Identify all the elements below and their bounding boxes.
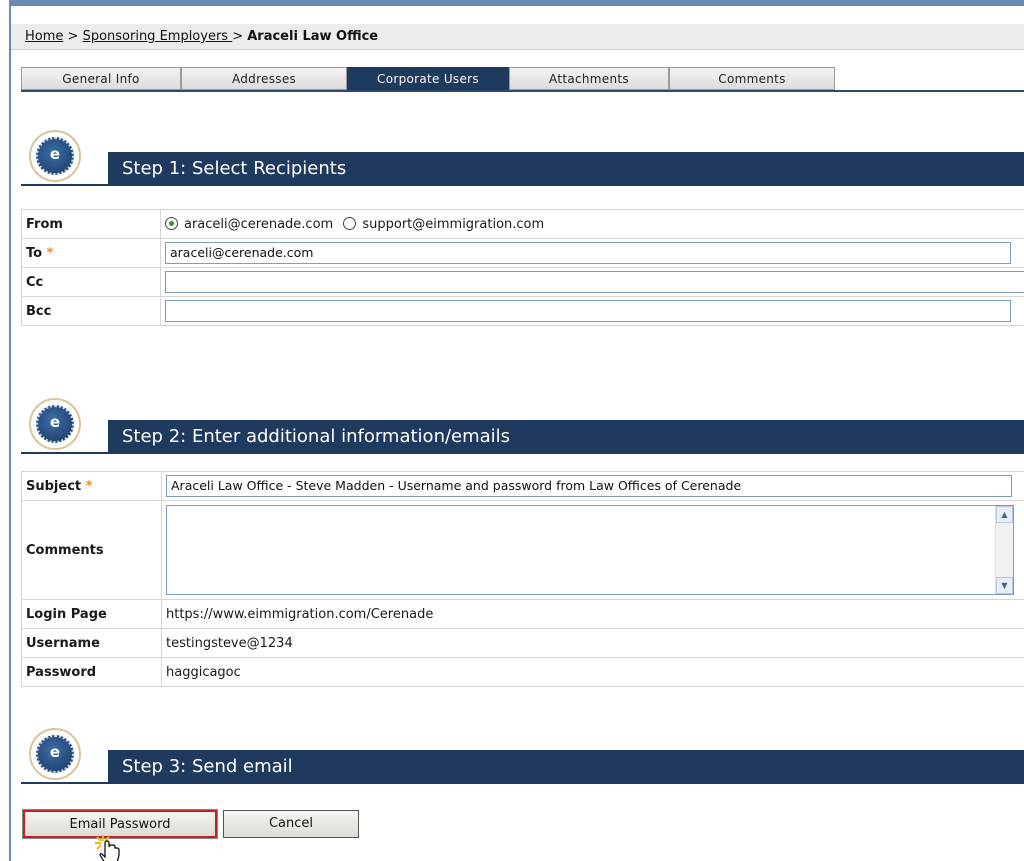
subject-label: Subject [26, 478, 82, 494]
cc-row: Cc [21, 267, 1024, 297]
additional-info-table: Subject * Araceli Law Office - Steve Mad… [21, 471, 1024, 687]
tab-attachments[interactable]: Attachments [509, 67, 669, 90]
recipients-table: From araceli@cerenade.com support@eimmig… [21, 209, 1024, 326]
username-row: Username testingsteve@1234 [21, 628, 1024, 658]
to-row: To * araceli@cerenade.com [21, 238, 1024, 268]
step-divider [21, 452, 108, 454]
step2-header: e Step 2: Enter additional information/e… [21, 398, 1024, 454]
to-cell: araceli@cerenade.com [160, 238, 1024, 268]
from-label: From [21, 209, 161, 239]
password-row: Password haggicagoc [21, 657, 1024, 687]
eimmigration-logo-icon: e [29, 728, 81, 780]
hand-cursor-icon [95, 835, 120, 861]
breadcrumb-separator: > [63, 29, 83, 44]
password-label: Password [21, 657, 162, 687]
from-row: From araceli@cerenade.com support@eimmig… [21, 209, 1024, 239]
tab-underline [21, 90, 1024, 92]
subject-cell: Araceli Law Office - Steve Madden - User… [161, 471, 1024, 501]
breadcrumb-separator: > [232, 29, 248, 44]
tab-comments[interactable]: Comments [669, 67, 835, 90]
bcc-cell [160, 296, 1024, 326]
scroll-up-icon[interactable]: ▲ [996, 506, 1013, 523]
login-row: Login Page https://www.eimmigration.com/… [21, 599, 1024, 629]
logo-letter: e [36, 137, 74, 175]
logo-letter: e [36, 735, 74, 773]
breadcrumb-home-link[interactable]: Home [25, 29, 63, 44]
logo-letter: e [36, 405, 74, 443]
username-label: Username [21, 628, 162, 658]
window-frame: Home > Sponsoring Employers > Araceli La… [9, 0, 1024, 861]
bcc-label: Bcc [21, 296, 161, 326]
from-option-label: araceli@cerenade.com [184, 216, 334, 232]
tab-general-info[interactable]: General Info [21, 67, 181, 90]
password-value: haggicagoc [161, 657, 1024, 687]
username-value: testingsteve@1234 [161, 628, 1024, 658]
cc-input[interactable] [165, 271, 1024, 293]
breadcrumb: Home > Sponsoring Employers > Araceli La… [11, 24, 1024, 50]
step3-title: Step 3: Send email [108, 750, 1024, 784]
breadcrumb-current: Araceli Law Office [247, 29, 379, 44]
bcc-input[interactable] [165, 300, 1011, 322]
cc-label: Cc [21, 267, 161, 297]
step1-header: e Step 1: Select Recipients [21, 130, 1024, 186]
comments-cell: ▲ ▼ [161, 500, 1024, 600]
subject-row: Subject * Araceli Law Office - Steve Mad… [21, 471, 1024, 501]
login-label: Login Page [21, 599, 162, 629]
tab-addresses[interactable]: Addresses [181, 67, 347, 90]
to-label-cell: To * [21, 238, 161, 268]
tab-corporate-users[interactable]: Corporate Users [347, 67, 509, 90]
tab-bar: General Info Addresses Corporate Users A… [21, 67, 1024, 92]
step3-header: e Step 3: Send email [21, 728, 1024, 784]
subject-label-cell: Subject * [21, 471, 162, 501]
comments-scrollbar[interactable]: ▲ ▼ [995, 506, 1013, 594]
comments-row: Comments ▲ ▼ [21, 500, 1024, 600]
subject-input[interactable]: Araceli Law Office - Steve Madden - User… [166, 475, 1012, 497]
required-marker: * [85, 478, 93, 494]
from-radio-araceli[interactable] [165, 216, 178, 230]
required-marker: * [46, 245, 54, 261]
from-option-label: support@eimmigration.com [362, 216, 545, 232]
step-divider [21, 782, 108, 784]
breadcrumb-employers-link[interactable]: Sponsoring Employers [83, 29, 233, 44]
from-options: araceli@cerenade.com support@eimmigratio… [160, 209, 1024, 239]
step1-title: Step 1: Select Recipients [108, 152, 1024, 186]
cc-cell [160, 267, 1024, 297]
cancel-button[interactable]: Cancel [223, 810, 359, 838]
eimmigration-logo-icon: e [29, 130, 81, 182]
step-divider [21, 184, 108, 186]
to-label: To [26, 245, 43, 261]
scroll-down-icon[interactable]: ▼ [996, 577, 1013, 594]
eimmigration-logo-icon: e [29, 398, 81, 450]
comments-label: Comments [21, 500, 162, 600]
bcc-row: Bcc [21, 296, 1024, 326]
login-value: https://www.eimmigration.com/Cerenade [161, 599, 1024, 629]
step2-title: Step 2: Enter additional information/ema… [108, 420, 1024, 454]
from-radio-support[interactable] [343, 216, 357, 230]
to-input[interactable]: araceli@cerenade.com [165, 242, 1011, 264]
comments-textarea[interactable]: ▲ ▼ [166, 505, 1014, 595]
